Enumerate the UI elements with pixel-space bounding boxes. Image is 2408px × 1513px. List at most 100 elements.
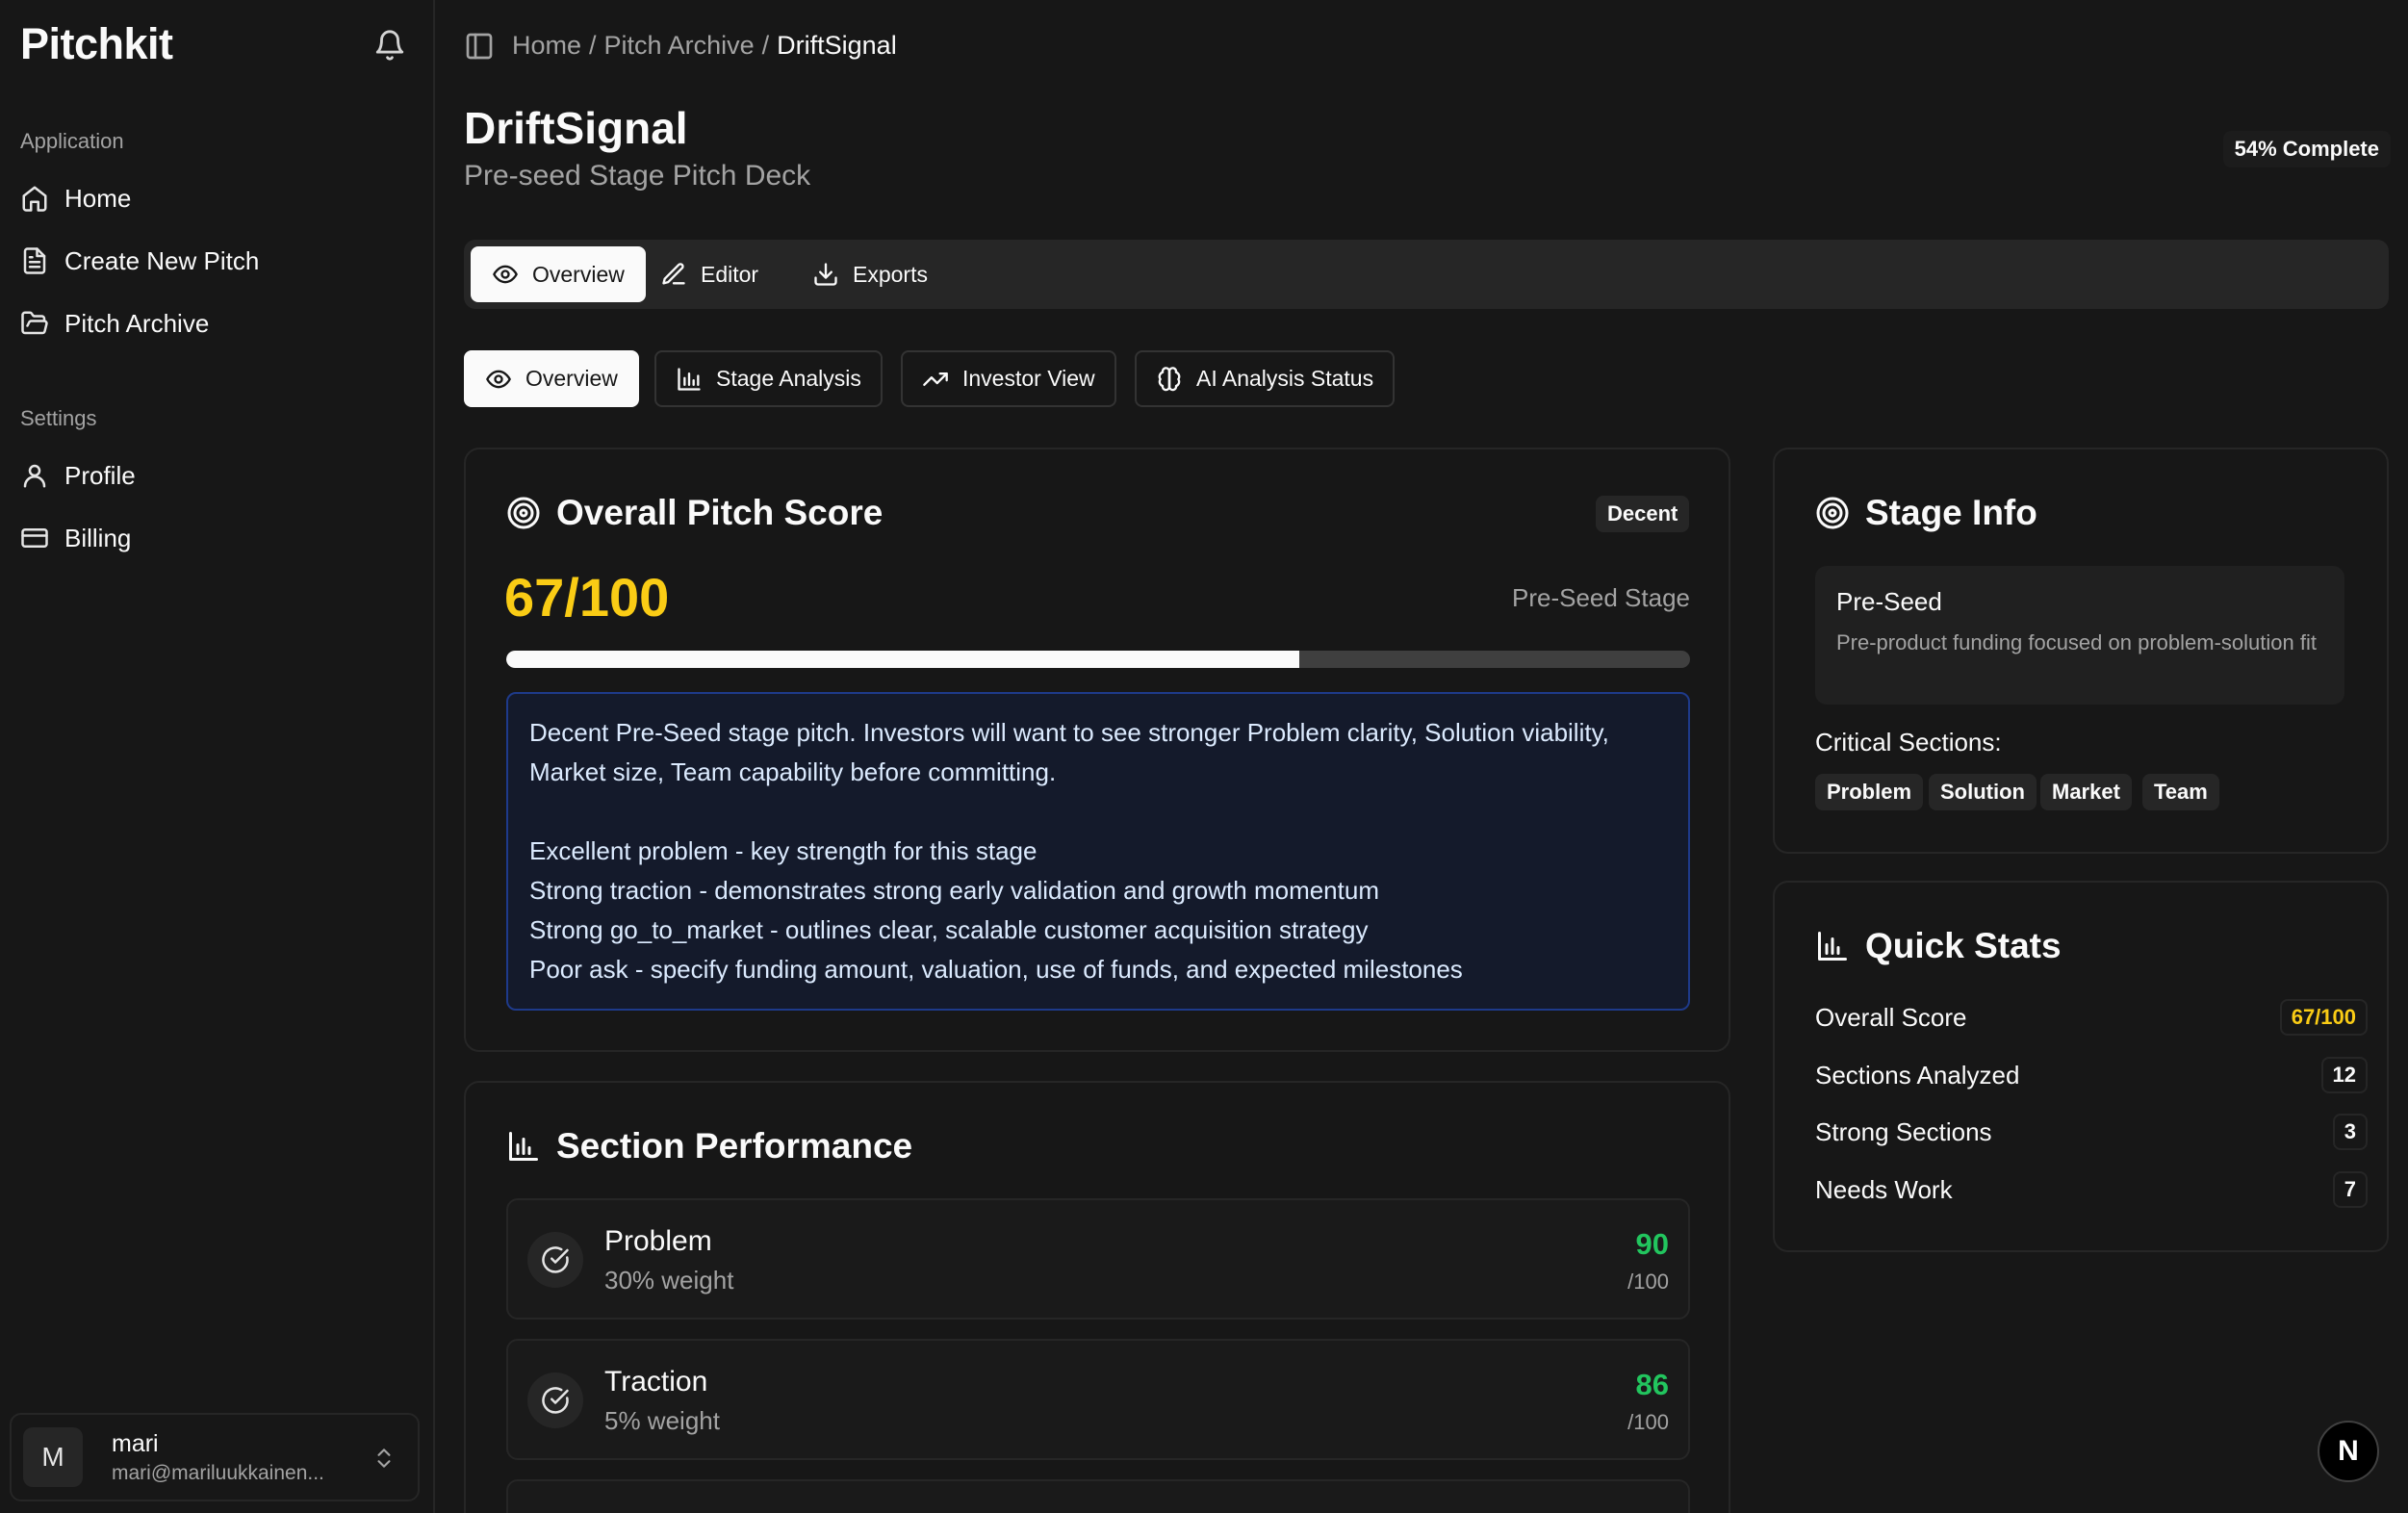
trending-up-icon (922, 366, 949, 393)
section-score-max: /100 (1627, 1410, 1669, 1434)
group-label-settings: Settings (20, 406, 97, 430)
home-icon (20, 184, 49, 213)
breadcrumb-pitch-archive[interactable]: Pitch Archive (604, 31, 755, 61)
eye-icon (492, 261, 519, 288)
critical-chip-team: Team (2142, 774, 2219, 810)
eye-icon (485, 366, 512, 393)
stat-value-sections-analyzed: 12 (2320, 1057, 2368, 1093)
user-menu[interactable]: M mari mari@mariluukkainen... (10, 1413, 420, 1501)
critical-sections-label: Critical Sections: (1815, 728, 2002, 756)
section-score-max: /100 (1627, 1269, 1669, 1294)
bar-chart-icon (676, 366, 703, 393)
download-icon (812, 261, 839, 288)
folder-open-icon (20, 309, 49, 338)
subtab-stage-analysis[interactable]: Stage Analysis (654, 350, 883, 407)
tab-overview[interactable]: Overview (471, 246, 646, 302)
dev-tools-button[interactable]: N (2318, 1421, 2379, 1482)
sidebar-item-profile[interactable]: Profile (20, 450, 415, 500)
tab-editor[interactable]: Editor (639, 246, 780, 302)
page-title: DriftSignal (464, 103, 688, 153)
credit-card-icon (20, 524, 49, 552)
stage-description: Pre-product funding focused on problem-s… (1836, 630, 2317, 654)
subtab-label: Stage Analysis (716, 366, 861, 391)
breadcrumb-home[interactable]: Home (512, 31, 581, 61)
subtab-ai-analysis-status[interactable]: AI Analysis Status (1135, 350, 1396, 407)
brain-icon (1156, 366, 1183, 393)
overall-score-title: Overall Pitch Score (506, 493, 883, 533)
file-text-icon (20, 246, 49, 275)
overall-score-value: 67/100 (504, 567, 670, 628)
sidebar-item-pitch-archive[interactable]: Pitch Archive (20, 298, 415, 348)
section-row-traction[interactable]: Traction 5% weight 86 /100 (506, 1339, 1690, 1460)
subtab-overview[interactable]: Overview (464, 350, 639, 407)
summary-line: Decent Pre-Seed stage pitch. Investors w… (529, 718, 1609, 786)
user-icon (20, 461, 49, 490)
summary-line: Poor ask - specify funding amount, valua… (529, 955, 1463, 984)
critical-chip-problem: Problem (1815, 774, 1924, 810)
tab-exports[interactable]: Exports (791, 246, 949, 302)
page-subtitle: Pre-seed Stage Pitch Deck (464, 160, 811, 192)
section-name: Traction (604, 1366, 708, 1398)
stat-value-needs-work: 7 (2332, 1171, 2368, 1208)
app-logo[interactable]: Pitchkit (20, 19, 173, 69)
quick-stats-title: Quick Stats (1815, 926, 2062, 966)
stat-label-sections-analyzed: Sections Analyzed (1815, 1061, 2020, 1090)
stage-label: Pre-Seed Stage (1511, 583, 1690, 612)
breadcrumb-separator: / (589, 31, 597, 60)
bar-chart-icon (1815, 929, 1850, 963)
check-circle-icon (527, 1372, 583, 1428)
section-row-problem[interactable]: Problem 30% weight 90 /100 (506, 1198, 1690, 1320)
tab-label: Exports (853, 261, 928, 287)
breadcrumb-current: DriftSignal (777, 31, 897, 60)
stat-value-strong-sections: 3 (2332, 1114, 2368, 1150)
sidebar-item-label: Profile (64, 460, 136, 490)
avatar: M (23, 1427, 83, 1487)
target-icon (506, 496, 541, 530)
stat-label-needs-work: Needs Work (1815, 1175, 1953, 1204)
sidebar-toggle-icon[interactable] (464, 31, 495, 62)
summary-line: Excellent problem - key strength for thi… (529, 836, 1037, 865)
completion-badge: 54% Complete (2222, 131, 2391, 167)
main-tabs: Overview Editor Exports (464, 240, 2389, 309)
critical-chip-market: Market (2040, 774, 2132, 810)
section-weight: 30% weight (604, 1266, 734, 1295)
check-circle-icon (527, 1232, 583, 1288)
sidebar-item-label: Create New Pitch (64, 245, 260, 275)
stat-label-strong-sections: Strong Sections (1815, 1117, 1992, 1146)
subtab-label: AI Analysis Status (1196, 366, 1374, 391)
critical-chip-solution: Solution (1929, 774, 2037, 810)
chevrons-up-down-icon (371, 1444, 397, 1473)
user-name: mari (112, 1429, 159, 1457)
stage-info-title: Stage Info (1815, 493, 2037, 533)
summary-line (529, 792, 1667, 832)
stage-description-box: Pre-Seed Pre-product funding focused on … (1815, 566, 2344, 705)
section-performance-title: Section Performance (506, 1126, 912, 1167)
sidebar-item-label: Home (64, 183, 132, 213)
section-name: Problem (604, 1225, 712, 1257)
section-row-partial[interactable] (506, 1479, 1690, 1513)
tab-label: Overview (532, 261, 625, 287)
sidebar-item-home[interactable]: Home (20, 173, 415, 223)
subtab-label: Overview (525, 366, 618, 391)
breadcrumb-separator: / (761, 31, 770, 60)
group-label-application: Application (20, 129, 124, 153)
sidebar-item-create-new-pitch[interactable]: Create New Pitch (20, 236, 415, 286)
tab-label: Editor (701, 261, 759, 287)
stat-value-overall-score: 67/100 (2279, 999, 2368, 1036)
stat-label-overall-score: Overall Score (1815, 1003, 1967, 1032)
subtab-label: Investor View (962, 366, 1095, 391)
breadcrumb: Home / Pitch Archive / DriftSignal (512, 31, 897, 61)
section-weight: 5% weight (604, 1406, 720, 1435)
section-score: 86 (1635, 1368, 1669, 1401)
score-progress-fill (506, 651, 1300, 668)
sidebar: Pitchkit Application Home Create New Pit… (0, 0, 435, 1513)
sidebar-item-label: Pitch Archive (64, 308, 210, 338)
summary-line: Strong go_to_market - outlines clear, sc… (529, 915, 1369, 944)
sidebar-item-label: Billing (64, 523, 132, 552)
bell-icon[interactable] (373, 29, 406, 62)
summary-line: Strong traction - demonstrates strong ea… (529, 876, 1379, 905)
stage-name: Pre-Seed (1836, 587, 1942, 616)
subtab-investor-view[interactable]: Investor View (901, 350, 1116, 407)
score-summary: Decent Pre-Seed stage pitch. Investors w… (506, 692, 1690, 1011)
sidebar-item-billing[interactable]: Billing (20, 513, 415, 563)
